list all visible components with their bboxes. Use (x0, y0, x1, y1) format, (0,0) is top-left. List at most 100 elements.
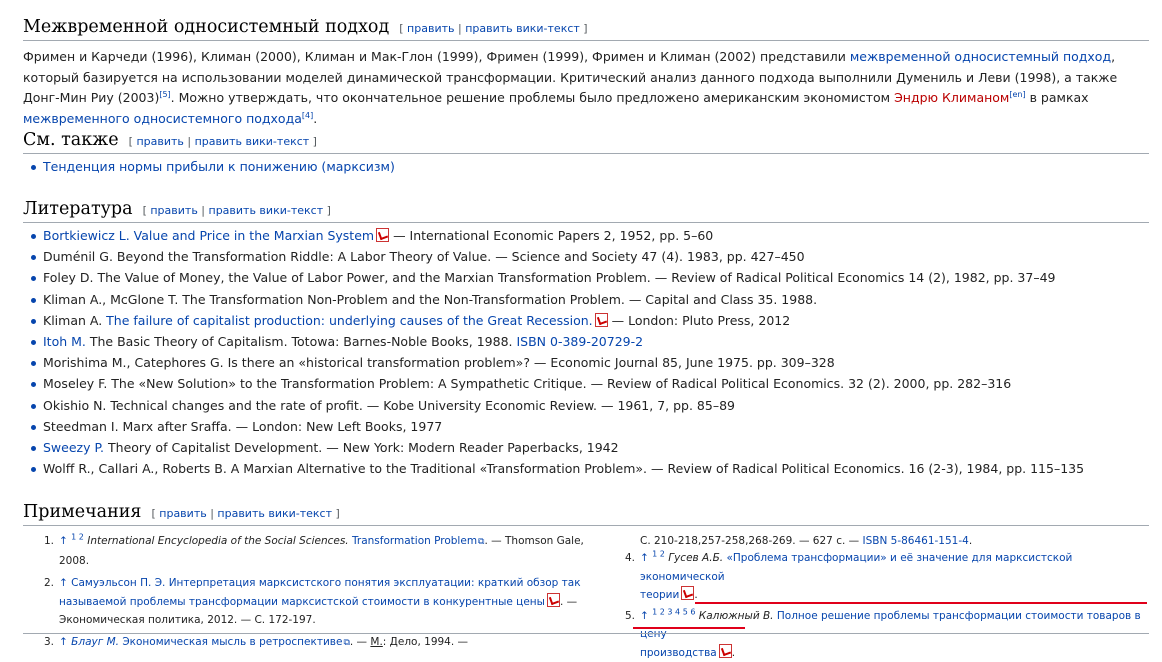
note-link[interactable]: Самуэльсон П. Э. Интерпретация марксистс… (71, 577, 580, 589)
note-item: 5. ↑ 1 2 3 4 5 6 Калюжный В. Полное реше… (625, 607, 1155, 662)
link-intertemporal[interactable]: межвременной односистемный подход (850, 49, 1111, 64)
note-text: С. 210-218,257-258,268-269. — 627 с. — (640, 535, 862, 547)
lit-link[interactable]: The failure of capitalist production: un… (106, 313, 592, 328)
note-link[interactable]: Transformation Problem (352, 535, 477, 547)
text: Фримен и Карчеди (1996), Климан (2000), … (23, 49, 850, 64)
list-item: Тенденция нормы прибыли к понижению (мар… (30, 156, 395, 177)
backref-arrow[interactable]: ↑ (59, 577, 68, 589)
lit-link[interactable]: Sweezy P. (43, 440, 104, 455)
section-header-literature: Литература[ править | править вики-текст… (23, 196, 1149, 223)
note-text: International Encyclopedia of the Social… (87, 535, 352, 547)
notes-list-right-items: 4. ↑ 1 2 Гусев А.Б. «Проблема трансформа… (625, 549, 1155, 662)
backref-arrow[interactable]: ↑ (59, 636, 68, 648)
list-item: Itoh M. The Basic Theory of Capitalism. … (30, 331, 1084, 352)
pdf-icon (719, 644, 732, 658)
note-text: . — (350, 636, 371, 648)
isbn-link[interactable]: ISBN 0-389-20729-2 (516, 334, 643, 349)
text: . (313, 111, 317, 126)
backref-arrow[interactable]: ↑ (640, 552, 649, 564)
link-kliman[interactable]: Эндрю Климаном (894, 90, 1009, 105)
lit-text: Theory of Capitalist Development. — New … (104, 440, 619, 455)
note-number: 2. (44, 574, 54, 593)
lit-pre: Kliman A. (43, 313, 106, 328)
note-number: 3. (44, 633, 54, 652)
list-item: Morishima M., Catephores G. Is there an … (30, 352, 1084, 373)
section-title: Межвременной односистемный подход (23, 17, 389, 37)
backref-arrow[interactable]: ↑ (59, 535, 68, 547)
note-link[interactable]: Экономическая мысль в ретроспективе (119, 636, 342, 648)
pdf-icon (681, 586, 694, 600)
lit-text: — International Economic Papers 2, 1952,… (389, 228, 713, 243)
list-item: Foley D. The Value of Money, the Value o… (30, 267, 1084, 288)
edit-link[interactable]: править (407, 22, 454, 35)
lit-text: Moseley F. The «New Solution» to the Tra… (43, 376, 1011, 391)
list-item: Duménil G. Beyond the Transformation Rid… (30, 246, 1084, 267)
note-item: 3. ↑ Блауг М. Экономическая мысль в ретр… (44, 633, 604, 653)
pdf-icon (595, 313, 608, 327)
note-link[interactable]: называемой проблемы трансформации маркси… (59, 596, 545, 608)
list-item: Bortkiewicz L. Value and Price in the Ma… (30, 225, 1084, 246)
isbn-link[interactable]: ISBN 5-86461-151-4 (862, 535, 968, 547)
note-number: 1. (44, 532, 54, 551)
ref-4[interactable]: [4] (302, 110, 313, 119)
backref-arrow[interactable]: ↑ (640, 610, 649, 622)
section-header-notes: Примечания[ править | править вики-текст… (23, 499, 1149, 526)
lit-text: The Basic Theory of Capitalism. Totowa: … (86, 334, 517, 349)
edit-link[interactable]: править (150, 204, 197, 217)
note-text: . (732, 647, 735, 659)
divider (23, 633, 1149, 634)
list-item: Moseley F. The «New Solution» to the Tra… (30, 373, 1084, 394)
edit-wiki-link[interactable]: править вики-текст (217, 507, 332, 520)
edit-wiki-link[interactable]: править вики-текст (195, 135, 310, 148)
ref-en[interactable]: [en] (1009, 90, 1025, 99)
edit-wiki-link[interactable]: править вики-текст (465, 22, 580, 35)
section-title: См. также (23, 130, 119, 150)
note-text: . — (560, 596, 577, 608)
list-item: Wolff R., Callari A., Roberts B. A Marxi… (30, 458, 1084, 479)
section-title: Примечания (23, 502, 141, 522)
note-link[interactable]: теории (640, 589, 679, 601)
lit-text: Kliman A., McGlone T. The Transformation… (43, 292, 817, 307)
edit-link[interactable]: править (159, 507, 206, 520)
lit-text: Foley D. The Value of Money, the Value o… (43, 270, 1055, 285)
link-tendency[interactable]: Тенденция нормы прибыли к понижению (мар… (43, 159, 395, 174)
note-number: 4. (625, 549, 635, 568)
lit-text: Okishio N. Technical changes and the rat… (43, 398, 735, 413)
see-also-list: Тенденция нормы прибыли к понижению (мар… (30, 156, 395, 177)
note-text: . (694, 589, 697, 601)
edit-link[interactable]: править (136, 135, 183, 148)
note-text: М. (370, 636, 382, 648)
note-text: Экономическая политика, 2012. — С. 172-1… (59, 614, 316, 626)
section-header-intertemporal: Межвременной односистемный подход[ прави… (23, 14, 1149, 41)
note-continuation: С. 210-218,257-258,268-269. — 627 с. — I… (640, 532, 1140, 551)
list-item: Kliman A., McGlone T. The Transformation… (30, 289, 1084, 310)
list-item: Okishio N. Technical changes and the rat… (30, 395, 1084, 416)
backref-sups[interactable]: 1 2 (652, 550, 665, 559)
ref-5[interactable]: [5] (159, 90, 170, 99)
red-underline-annotation (633, 627, 745, 629)
section-header-see-also: См. также[ править | править вики-текст … (23, 127, 1149, 154)
lit-text: Wolff R., Callari A., Roberts B. A Marxi… (43, 461, 1084, 476)
lit-text: — London: Pluto Press, 2012 (608, 313, 791, 328)
intertemporal-paragraph: Фримен и Карчеди (1996), Климан (2000), … (23, 47, 1153, 129)
list-item: Steedman I. Marx after Sraffa. — London:… (30, 416, 1084, 437)
note-text: . (969, 535, 972, 547)
edit-wiki-link[interactable]: править вики-текст (209, 204, 324, 217)
lit-text: Duménil G. Beyond the Transformation Rid… (43, 249, 805, 264)
pdf-icon (547, 593, 560, 607)
list-item: Kliman A. The failure of capitalist prod… (30, 310, 1084, 331)
note-link[interactable]: производства (640, 647, 717, 659)
lit-link[interactable]: Bortkiewicz L. Value and Price in the Ma… (43, 228, 374, 243)
red-underline-annotation (695, 602, 1147, 604)
section-title: Литература (23, 199, 133, 219)
backref-sups[interactable]: 1 2 3 4 5 6 (652, 607, 695, 616)
backref-sups[interactable]: 1 2 (71, 533, 84, 542)
lit-text: Morishima M., Catephores G. Is there an … (43, 355, 835, 370)
notes-list-right: С. 210-218,257-258,268-269. — 627 с. — I… (640, 532, 1140, 551)
note-link[interactable]: Блауг М. (71, 636, 119, 648)
literature-list: Bortkiewicz L. Value and Price in the Ma… (30, 225, 1084, 479)
lit-link[interactable]: Itoh M. (43, 334, 86, 349)
text: . Можно утверждать, что окончательное ре… (171, 90, 894, 105)
link-intertemporal-2[interactable]: межвременного односистемного подхода (23, 111, 302, 126)
list-item: Sweezy P. Theory of Capitalist Developme… (30, 437, 1084, 458)
